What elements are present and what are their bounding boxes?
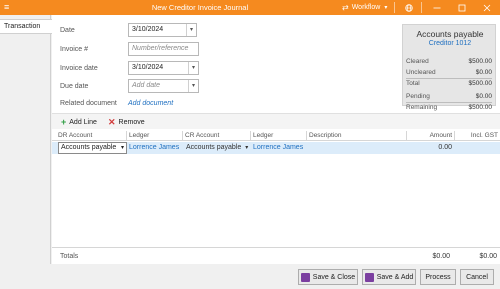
summary-value: $500.00: [468, 80, 493, 87]
tab-transaction[interactable]: Transaction: [0, 19, 52, 34]
dr-account-value: Accounts payable: [61, 144, 117, 151]
summary-row-pending: Pending $0.00: [406, 93, 492, 100]
transaction-panel: Date 3/10/2024 ▾ Invoice # Number/refere…: [52, 15, 500, 264]
summary-title: Accounts payable: [416, 29, 484, 39]
save-add-label: Save & Add: [376, 273, 414, 281]
invoice-date-field[interactable]: 3/10/2024 ▾: [128, 61, 199, 75]
title-divider: [394, 2, 395, 13]
globe-icon[interactable]: [398, 0, 420, 15]
maximize-icon[interactable]: [451, 0, 473, 15]
due-date-field[interactable]: Add date ▾: [128, 79, 199, 93]
chevron-down-icon[interactable]: ▾: [188, 62, 198, 74]
save-icon: [300, 272, 310, 282]
grid-header: DR Account Ledger CR Account Ledger Desc…: [52, 130, 500, 141]
add-line-button[interactable]: + Add Line: [61, 116, 97, 128]
column-header[interactable]: Incl. GST: [454, 131, 500, 141]
cr-account-cell[interactable]: Accounts payable ▾: [183, 142, 251, 154]
workflow-icon: ⇄: [342, 3, 349, 12]
title-divider: [421, 2, 422, 13]
workflow-button[interactable]: ⇄ Workflow ▾: [342, 1, 387, 14]
remove-button[interactable]: ✕ Remove: [108, 116, 145, 128]
save-close-label: Save & Close: [312, 273, 356, 281]
chevron-down-icon: ▾: [120, 145, 124, 151]
accounts-payable-summary: Accounts payable Creditor 1012 Cleared $…: [402, 24, 497, 111]
totals-row: Totals $0.00 $0.00: [52, 247, 500, 264]
cr-account-value: Accounts payable: [186, 144, 242, 151]
summary-row-remaining: Remaining $500.00: [406, 104, 492, 111]
chevron-down-icon[interactable]: ▾: [186, 24, 196, 36]
cancel-button[interactable]: Cancel: [460, 269, 494, 285]
summary-label: Remaining: [406, 104, 438, 111]
related-document-label: Related document: [60, 100, 117, 107]
footer-bar: Save & Close Save & Add Process Cancel: [0, 264, 500, 289]
column-header[interactable]: CR Account: [182, 131, 250, 141]
summary-label: Total: [406, 80, 420, 87]
summary-value: $0.00: [475, 93, 492, 100]
plus-icon: +: [61, 117, 67, 127]
summary-creditor-link[interactable]: Creditor 1012: [403, 40, 497, 47]
totals-incl-gst: $0.00: [479, 253, 497, 260]
summary-divider: [406, 78, 492, 79]
incl-gst-cell[interactable]: [455, 142, 500, 154]
summary-label: Uncleared: [406, 69, 436, 76]
totals-amount: $0.00: [432, 253, 450, 260]
table-row[interactable]: Accounts payable ▾ Lorrence James Accoun…: [52, 142, 500, 154]
workflow-label: Workflow: [351, 4, 381, 11]
minimize-icon[interactable]: [426, 0, 448, 15]
invoice-date-label: Invoice date: [60, 65, 98, 72]
column-header[interactable]: Ledger: [126, 131, 182, 141]
column-header[interactable]: Ledger: [250, 131, 306, 141]
summary-value: $0.00: [475, 69, 492, 76]
tab-column: Transaction: [0, 15, 52, 289]
column-header[interactable]: Description: [306, 131, 406, 141]
chevron-down-icon: ▾: [384, 5, 388, 11]
close-icon[interactable]: [476, 0, 498, 15]
title-bar: ≡ New Creditor Invoice Journal ⇄ Workflo…: [0, 0, 500, 15]
grid-toolbar: + Add Line ✕ Remove: [52, 113, 500, 129]
window-title: New Creditor Invoice Journal: [151, 3, 249, 12]
save-add-button[interactable]: Save & Add: [362, 269, 416, 285]
due-date-placeholder: Add date: [132, 82, 161, 89]
cr-ledger-cell[interactable]: Lorrence James: [251, 142, 307, 154]
remove-label: Remove: [118, 118, 145, 126]
date-value: 3/10/2024: [132, 26, 164, 33]
invoice-number-input[interactable]: Number/reference: [128, 42, 199, 56]
summary-row-uncleared: Uncleared $0.00: [406, 69, 492, 76]
amount-cell[interactable]: 0.00: [407, 142, 455, 154]
date-label: Date: [60, 27, 75, 34]
summary-row-cleared: Cleared $500.00: [406, 58, 492, 65]
summary-label: Pending: [406, 93, 430, 100]
remove-icon: ✕: [108, 116, 116, 127]
add-line-label: Add Line: [69, 118, 97, 126]
dr-ledger-cell[interactable]: Lorrence James: [127, 142, 183, 154]
invoice-date-value: 3/10/2024: [132, 64, 164, 71]
dr-account-select[interactable]: Accounts payable ▾: [58, 142, 127, 154]
summary-value: $500.00: [468, 104, 493, 111]
summary-value: $500.00: [468, 58, 493, 65]
due-date-label: Due date: [60, 83, 89, 90]
totals-label: Totals: [60, 253, 79, 260]
add-document-link[interactable]: Add document: [128, 100, 173, 107]
process-button[interactable]: Process: [420, 269, 456, 285]
chevron-down-icon: ▾: [245, 145, 249, 151]
save-close-button[interactable]: Save & Close: [298, 269, 358, 285]
date-field[interactable]: 3/10/2024 ▾: [128, 23, 197, 37]
summary-divider: [406, 102, 492, 103]
invoice-label: Invoice #: [60, 46, 89, 53]
column-header[interactable]: Amount: [406, 131, 454, 141]
chevron-down-icon[interactable]: ▾: [188, 80, 198, 92]
description-cell[interactable]: [307, 142, 407, 154]
column-header[interactable]: DR Account: [56, 131, 126, 141]
save-icon: [364, 272, 374, 282]
summary-label: Cleared: [406, 58, 429, 65]
summary-row-total: Total $500.00: [406, 80, 492, 87]
